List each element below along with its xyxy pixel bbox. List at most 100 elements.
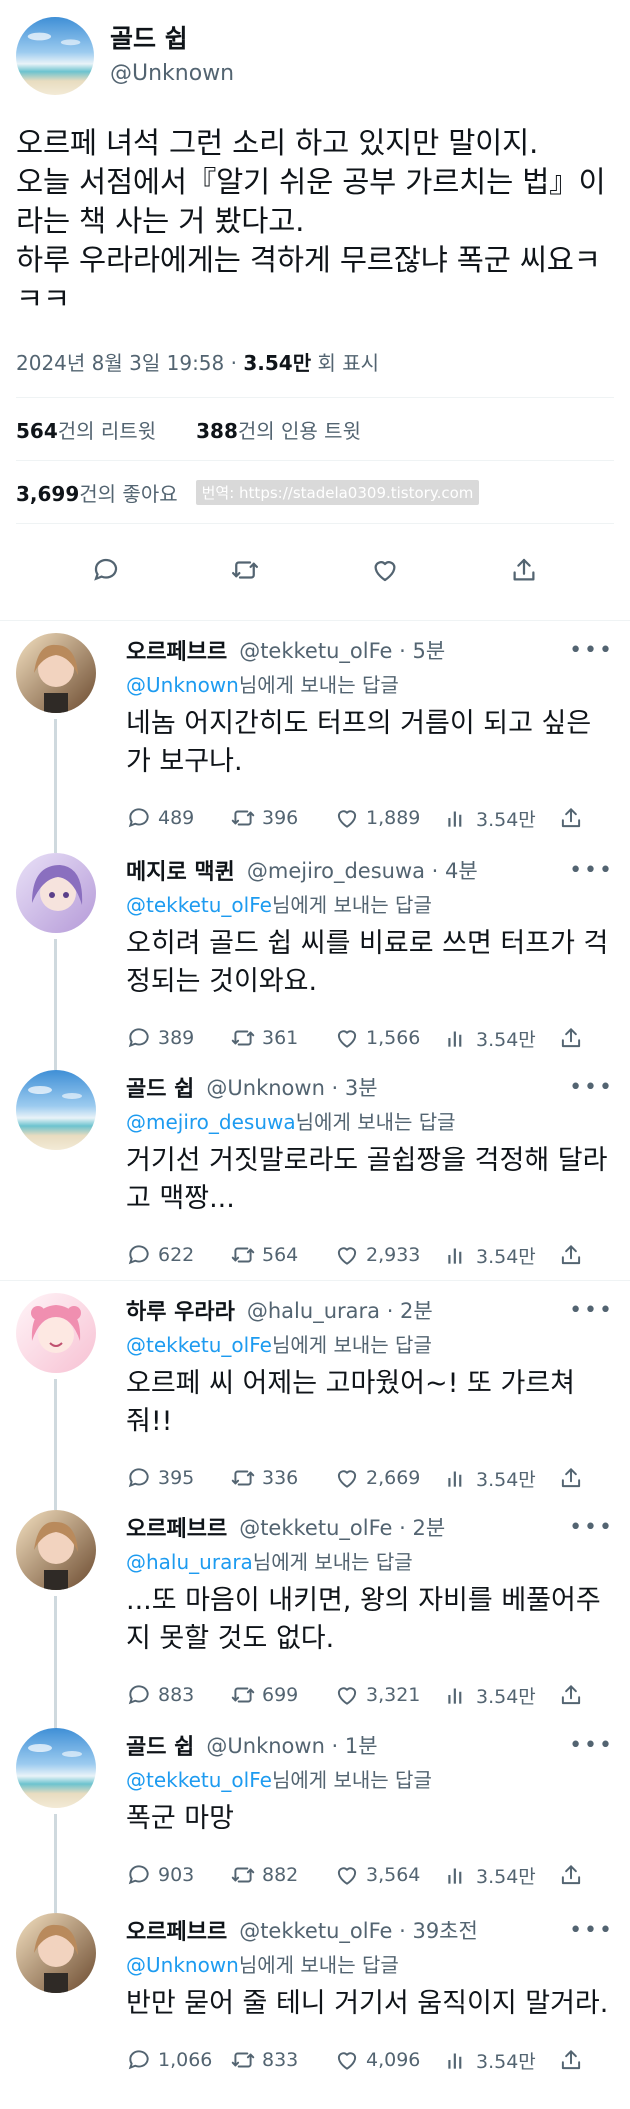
handle-text[interactable]: @Unknown [206, 1076, 324, 1100]
more-icon[interactable]: ••• [569, 1515, 614, 1540]
reply-button[interactable]: 903 [126, 1862, 230, 1888]
thread-line [54, 1596, 57, 1728]
share-button[interactable] [558, 1025, 590, 1051]
reply-button[interactable]: 395 [126, 1465, 230, 1491]
share-button[interactable] [558, 1862, 590, 1888]
avatar[interactable] [16, 1728, 96, 1808]
replying-to-link[interactable]: @mejiro_desuwa [126, 1110, 296, 1134]
avatar[interactable] [16, 1070, 96, 1150]
handle-text[interactable]: @tekketu_olFe [239, 639, 392, 663]
views-button[interactable]: 3.54만 [444, 1242, 558, 1269]
reply-author-name[interactable]: 골드 쉽 [126, 1729, 194, 1761]
reply-author-name[interactable]: 오르페브르 [126, 1914, 227, 1946]
replying-to-link[interactable]: @Unknown [126, 673, 239, 697]
share-icon [561, 1865, 581, 1885]
replying-to-link[interactable]: @tekketu_olFe [126, 1333, 272, 1357]
reply-author-name[interactable]: 하루 우라라 [126, 1294, 235, 1326]
handle-text[interactable]: @tekketu_olFe [239, 1919, 392, 1943]
more-icon[interactable]: ••• [569, 1733, 614, 1758]
reply-author-name[interactable]: 오르페브르 [126, 634, 227, 666]
reply-button[interactable]: 883 [126, 1682, 230, 1708]
author-name[interactable]: 골드 쉽 [110, 23, 234, 55]
avatar[interactable] [16, 633, 96, 713]
reply-tweet[interactable]: 하루 우라라 @halu_urara · 2분 ••• @tekketu_olF… [0, 1280, 630, 1510]
reply-header: 골드 쉽 @Unknown · 3분 ••• [126, 1070, 614, 1104]
reply-icon[interactable] [91, 555, 121, 589]
share-button[interactable] [558, 1465, 590, 1491]
avatar[interactable] [16, 853, 96, 933]
reply-tweet[interactable]: 오르페브르 @tekketu_olFe · 2분 ••• @halu_urara… [0, 1498, 630, 1728]
handle-text[interactable]: @Unknown [206, 1734, 324, 1758]
retweet-button[interactable]: 699 [230, 1682, 334, 1708]
like-button[interactable]: 4,096 [334, 2047, 444, 2073]
more-icon[interactable]: ••• [569, 1075, 614, 1100]
reply-time[interactable]: · 4분 [425, 859, 478, 883]
reply-time[interactable]: · 39초전 [392, 1919, 478, 1943]
share-icon[interactable] [509, 555, 539, 589]
retweet-button[interactable]: 882 [230, 1862, 334, 1888]
retweet-button[interactable]: 336 [230, 1465, 334, 1491]
avatar[interactable] [16, 1913, 96, 1993]
more-icon[interactable]: ••• [569, 858, 614, 883]
replying-to-link[interactable]: @Unknown [126, 1953, 239, 1977]
share-button[interactable] [558, 2047, 590, 2073]
more-icon[interactable]: ••• [569, 638, 614, 663]
share-button[interactable] [558, 1682, 590, 1708]
handle-text[interactable]: @mejiro_desuwa [247, 859, 425, 883]
reply-time[interactable]: · 1분 [325, 1734, 378, 1758]
replying-to-link[interactable]: @halu_urara [126, 1550, 253, 1574]
handle-text[interactable]: @tekketu_olFe [239, 1516, 392, 1540]
reply-time[interactable]: · 5분 [392, 639, 445, 663]
views-button[interactable]: 3.54만 [444, 805, 558, 832]
reply-button[interactable]: 389 [126, 1025, 230, 1051]
views-button[interactable]: 3.54만 [444, 1862, 558, 1889]
like-icon[interactable] [370, 555, 400, 589]
retweet-button[interactable]: 361 [230, 1025, 334, 1051]
reply-author-handle: @tekketu_olFe · 5분 [239, 635, 445, 665]
like-button[interactable]: 2,669 [334, 1465, 444, 1491]
retweet-button[interactable]: 396 [230, 805, 334, 831]
share-button[interactable] [558, 1242, 590, 1268]
like-button[interactable]: 2,933 [334, 1242, 444, 1268]
like-button[interactable]: 1,889 [334, 805, 444, 831]
reply-tweet[interactable]: 골드 쉽 @Unknown · 3분 ••• @mejiro_desuwa님에게… [0, 1058, 630, 1280]
replying-to: @mejiro_desuwa님에게 보내는 답글 [126, 1108, 614, 1136]
more-icon[interactable]: ••• [569, 1918, 614, 1943]
reply-tweet[interactable]: 골드 쉽 @Unknown · 1분 ••• @tekketu_olFe님에게 … [0, 1716, 630, 1913]
views-button[interactable]: 3.54만 [444, 1025, 558, 1052]
reply-time[interactable]: · 2분 [380, 1299, 433, 1323]
reply-button[interactable]: 1,066 [126, 2047, 230, 2073]
handle-text[interactable]: @halu_urara [247, 1299, 380, 1323]
author-handle[interactable]: @Unknown [110, 59, 234, 89]
views-button[interactable]: 3.54만 [444, 2047, 558, 2074]
views-button[interactable]: 3.54만 [444, 1465, 558, 1492]
replying-to-link[interactable]: @tekketu_olFe [126, 893, 272, 917]
reply-author-name[interactable]: 메지로 맥퀸 [126, 854, 235, 886]
like-button[interactable]: 3,321 [334, 1682, 444, 1708]
reply-tweet[interactable]: 메지로 맥퀸 @mejiro_desuwa · 4분 ••• @tekketu_… [0, 841, 630, 1070]
like-button[interactable]: 3,564 [334, 1862, 444, 1888]
like-stat[interactable]: 3,699건의 좋아요 [16, 478, 178, 507]
like-button[interactable]: 1,566 [334, 1025, 444, 1051]
reply-time[interactable]: · 2분 [392, 1516, 445, 1540]
more-icon[interactable]: ••• [569, 1298, 614, 1323]
tweet-date[interactable]: 2024년 8월 3일 19:58 · [16, 351, 243, 375]
retweet-stat[interactable]: 564건의 리트윗 [16, 415, 156, 444]
views-button[interactable]: 3.54만 [444, 1682, 558, 1709]
reply-button[interactable]: 489 [126, 805, 230, 831]
retweet-button[interactable]: 833 [230, 2047, 334, 2073]
retweet-button[interactable]: 564 [230, 1242, 334, 1268]
avatar[interactable] [16, 1510, 96, 1590]
avatar[interactable] [16, 17, 94, 95]
reply-tweet[interactable]: 오르페브르 @tekketu_olFe · 5분 ••• @Unknown님에게… [0, 620, 630, 853]
share-button[interactable] [558, 805, 590, 831]
reply-button[interactable]: 622 [126, 1242, 230, 1268]
quote-stat[interactable]: 388건의 인용 트윗 [196, 415, 361, 444]
reply-tweet[interactable]: 오르페브르 @tekketu_olFe · 39초전 ••• @Unknown님… [0, 1901, 630, 2109]
reply-time[interactable]: · 3분 [325, 1076, 378, 1100]
reply-author-name[interactable]: 오르페브르 [126, 1511, 227, 1543]
reply-author-name[interactable]: 골드 쉽 [126, 1071, 194, 1103]
avatar[interactable] [16, 1293, 96, 1373]
retweet-icon[interactable] [230, 555, 260, 589]
replying-to-link[interactable]: @tekketu_olFe [126, 1768, 272, 1792]
